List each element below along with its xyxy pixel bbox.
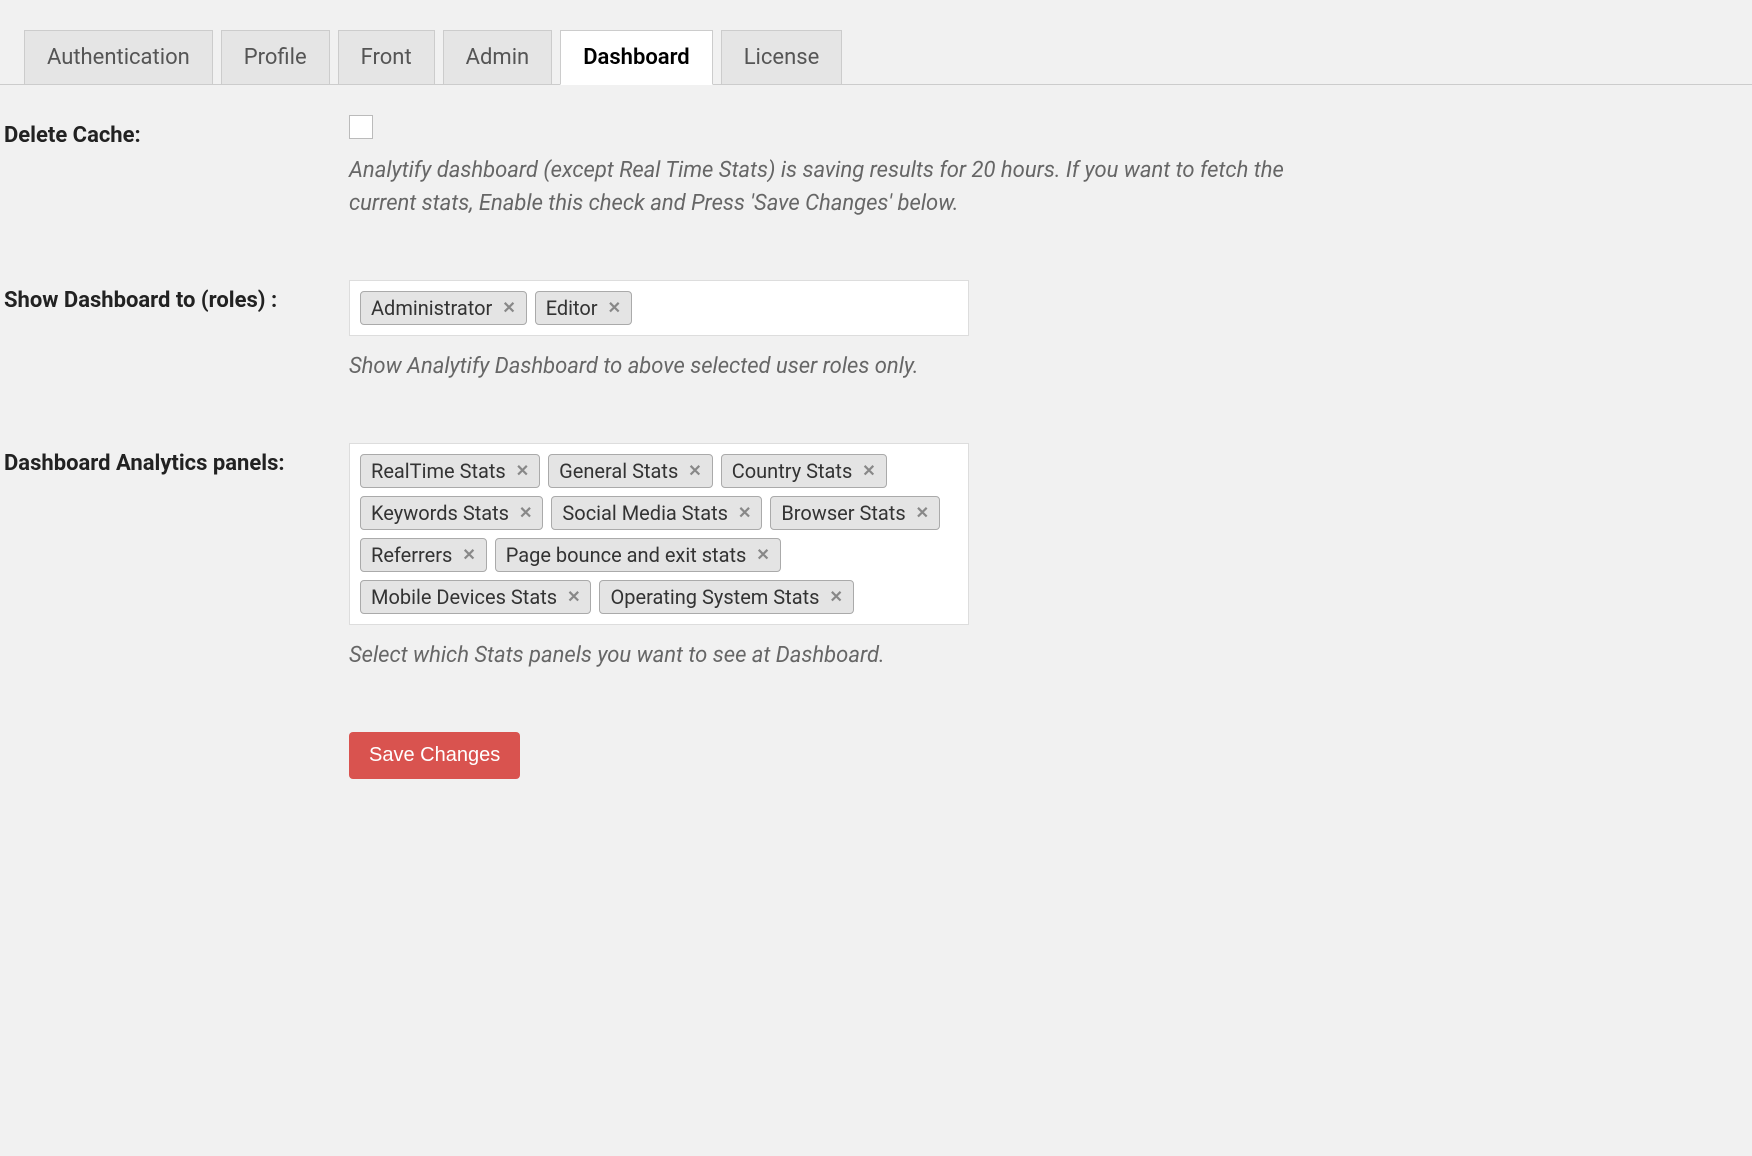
role-tag: Editor ✕ [535, 291, 632, 325]
panel-tag-label: Referrers [371, 543, 452, 567]
close-icon[interactable]: ✕ [462, 547, 475, 563]
panel-tag: Keywords Stats ✕ [360, 496, 543, 530]
panel-tag: Operating System Stats ✕ [599, 580, 853, 614]
delete-cache-label: Delete Cache: [4, 115, 349, 148]
close-icon[interactable]: ✕ [516, 463, 529, 479]
close-icon[interactable]: ✕ [916, 505, 929, 521]
show-roles-description: Show Analytify Dashboard to above select… [349, 350, 1309, 383]
tab-license[interactable]: License [721, 30, 843, 84]
panel-tag-label: Mobile Devices Stats [371, 585, 557, 609]
delete-cache-checkbox[interactable] [349, 115, 373, 139]
close-icon[interactable]: ✕ [608, 300, 621, 316]
panel-tag-label: Page bounce and exit stats [506, 543, 747, 567]
tab-dashboard[interactable]: Dashboard [560, 30, 712, 85]
panel-tag-label: Social Media Stats [562, 501, 728, 525]
close-icon[interactable]: ✕ [519, 505, 532, 521]
tabs-nav: Authentication Profile Front Admin Dashb… [0, 0, 1752, 85]
panel-tag-label: Browser Stats [781, 501, 905, 525]
panel-tag: Mobile Devices Stats ✕ [360, 580, 591, 614]
setting-show-roles: Show Dashboard to (roles) : Administrato… [4, 280, 1748, 383]
close-icon[interactable]: ✕ [738, 505, 751, 521]
delete-cache-description: Analytify dashboard (except Real Time St… [349, 154, 1309, 220]
tab-profile[interactable]: Profile [221, 30, 330, 84]
close-icon[interactable]: ✕ [688, 463, 701, 479]
panels-description: Select which Stats panels you want to se… [349, 639, 1309, 672]
panel-tag: General Stats ✕ [548, 454, 713, 488]
panel-tag: Page bounce and exit stats ✕ [495, 538, 781, 572]
tab-front[interactable]: Front [338, 30, 435, 84]
close-icon[interactable]: ✕ [862, 463, 875, 479]
save-button[interactable]: Save Changes [349, 732, 520, 779]
panel-tag-label: Country Stats [732, 459, 853, 483]
show-roles-label: Show Dashboard to (roles) : [4, 280, 349, 313]
close-icon[interactable]: ✕ [756, 547, 769, 563]
panel-tag: RealTime Stats ✕ [360, 454, 540, 488]
roles-tag-input[interactable]: Administrator ✕ Editor ✕ [349, 280, 969, 336]
setting-panels: Dashboard Analytics panels: RealTime Sta… [4, 443, 1748, 672]
tab-authentication[interactable]: Authentication [24, 30, 213, 84]
panel-tag-label: RealTime Stats [371, 459, 506, 483]
panel-tag-label: Operating System Stats [610, 585, 819, 609]
tab-admin[interactable]: Admin [443, 30, 553, 84]
panel-tag: Country Stats ✕ [721, 454, 887, 488]
panel-tag-label: General Stats [559, 459, 678, 483]
close-icon[interactable]: ✕ [502, 300, 515, 316]
panel-tag: Social Media Stats ✕ [551, 496, 762, 530]
settings-form: Delete Cache: Analytify dashboard (excep… [0, 85, 1752, 809]
role-tag-label: Editor [546, 296, 598, 320]
close-icon[interactable]: ✕ [829, 589, 842, 605]
role-tag-label: Administrator [371, 296, 492, 320]
panel-tag: Referrers ✕ [360, 538, 487, 572]
panel-tag-label: Keywords Stats [371, 501, 509, 525]
role-tag: Administrator ✕ [360, 291, 527, 325]
panels-tag-input[interactable]: RealTime Stats ✕ General Stats ✕ Country… [349, 443, 969, 625]
setting-delete-cache: Delete Cache: Analytify dashboard (excep… [4, 115, 1748, 220]
close-icon[interactable]: ✕ [567, 589, 580, 605]
panel-tag: Browser Stats ✕ [770, 496, 940, 530]
panels-label: Dashboard Analytics panels: [4, 443, 349, 476]
